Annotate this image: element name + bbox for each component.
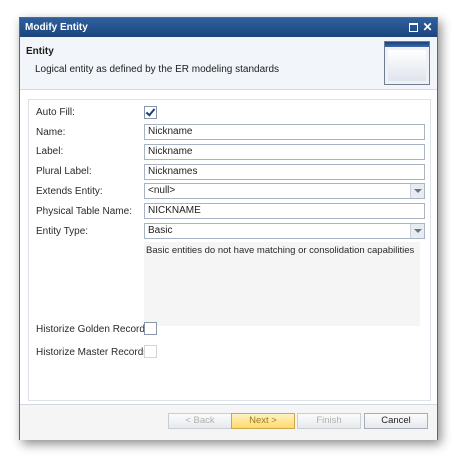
entity-type-label: Entity Type:	[36, 226, 89, 237]
finish-button[interactable]: Finish	[297, 413, 361, 429]
historize-golden-label: Historize Golden Records:	[36, 324, 153, 335]
physical-table-name-field[interactable]: NICKNAME	[144, 203, 425, 219]
historize-master-checkbox[interactable]	[144, 345, 157, 358]
wizard-header: Entity Logical entity as defined by the …	[20, 37, 437, 90]
auto-fill-label: Auto Fill:	[36, 107, 75, 118]
restore-window-icon[interactable]	[407, 20, 420, 34]
chevron-down-icon[interactable]	[410, 224, 424, 238]
plural-label-field[interactable]: Nicknames	[144, 164, 425, 180]
cancel-button[interactable]: Cancel	[364, 413, 428, 429]
plural-label-label: Plural Label:	[36, 166, 92, 177]
back-button[interactable]: < Back	[168, 413, 232, 429]
chevron-down-icon[interactable]	[410, 184, 424, 198]
wizard-window-icon	[384, 41, 430, 85]
button-bar: < Back Next > Finish Cancel	[20, 404, 437, 440]
window-title: Modify Entity	[25, 22, 88, 33]
auto-fill-checkbox[interactable]	[144, 106, 157, 119]
name-label: Name:	[36, 127, 66, 138]
entity-form: Auto Fill: Name: Nickname Label: Nicknam…	[28, 99, 431, 401]
next-button[interactable]: Next >	[231, 413, 295, 429]
entity-type-description-area: Basic entities do not have matching or c…	[144, 242, 420, 326]
page-title: Entity	[26, 46, 54, 57]
entity-type-description: Basic entities do not have matching or c…	[146, 245, 415, 256]
label-label: Label:	[36, 146, 64, 157]
historize-golden-checkbox[interactable]	[144, 322, 157, 335]
entity-type-select[interactable]: Basic	[144, 223, 425, 239]
label-field[interactable]: Nickname	[144, 144, 425, 160]
physical-table-name-label: Physical Table Name:	[36, 206, 132, 217]
checkmark-icon	[145, 106, 156, 117]
extends-entity-value: <null>	[148, 185, 176, 196]
close-icon[interactable]: ✕	[421, 20, 434, 34]
extends-entity-label: Extends Entity:	[36, 186, 103, 197]
entity-type-value: Basic	[148, 225, 173, 236]
historize-master-label: Historize Master Records:	[36, 347, 152, 358]
page-subtitle: Logical entity as defined by the ER mode…	[35, 64, 280, 75]
title-bar: Modify Entity ✕	[20, 18, 437, 37]
name-field[interactable]: Nickname	[144, 124, 425, 140]
extends-entity-select[interactable]: <null>	[144, 183, 425, 199]
modify-entity-dialog: Modify Entity ✕ Entity Logical entity as…	[19, 17, 438, 440]
